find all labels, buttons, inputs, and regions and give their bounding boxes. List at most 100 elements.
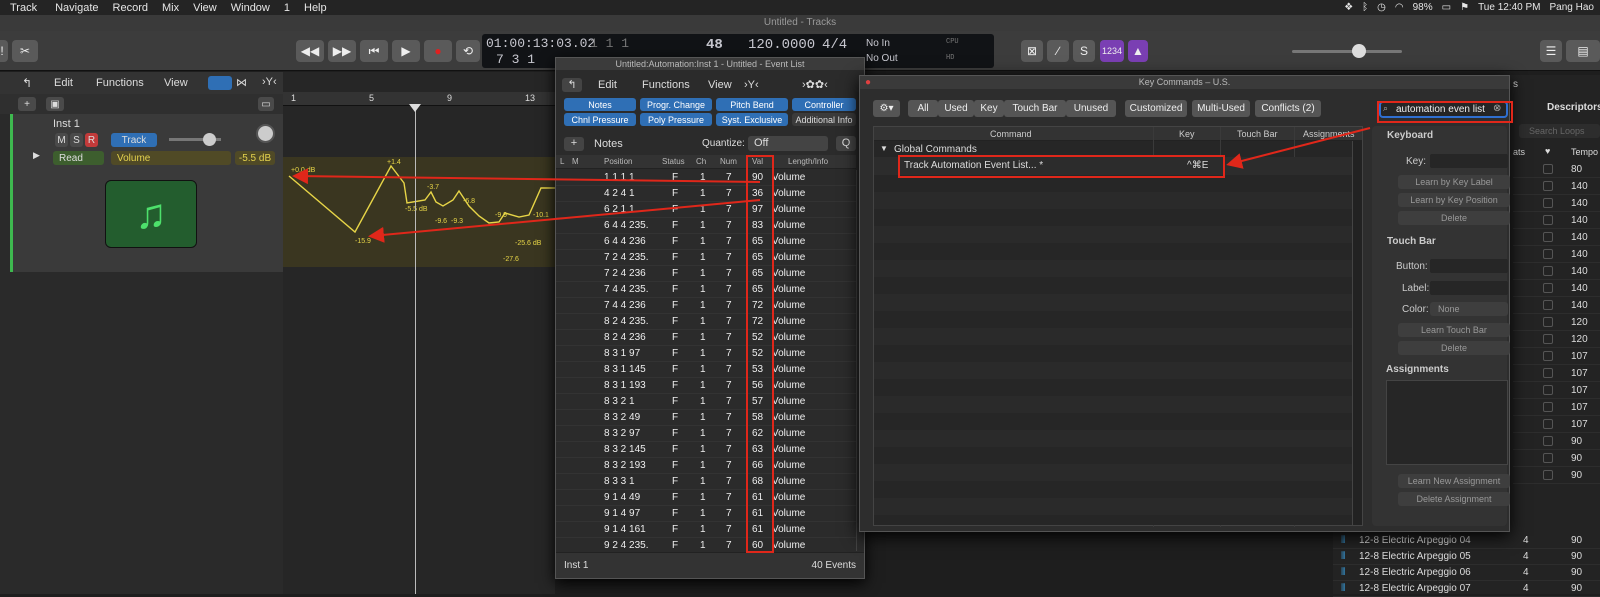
filter-touch-bar[interactable]: Touch Bar xyxy=(1004,100,1066,117)
menu-view[interactable]: View xyxy=(193,2,217,14)
filter-multi-used[interactable]: Multi-Used xyxy=(1192,100,1250,117)
master-volume-slider[interactable] xyxy=(1292,50,1402,53)
forward-button[interactable]: ▶▶ xyxy=(328,40,356,62)
back-icon[interactable]: ↰ xyxy=(22,76,32,90)
favorite-checkbox[interactable] xyxy=(1543,419,1553,429)
learn-touch-bar-button[interactable]: Learn Touch Bar xyxy=(1398,323,1510,337)
tab-controller[interactable]: Controller xyxy=(792,98,856,111)
event-row[interactable]: 7 4 4 236 F 1 7 72 Volume xyxy=(556,298,856,314)
commands-scrollbar[interactable] xyxy=(1352,141,1362,525)
loop-row[interactable]: 140 xyxy=(1513,263,1600,280)
filter-unused[interactable]: Unused xyxy=(1066,100,1116,117)
event-row[interactable]: 9 1 4 97 F 1 7 61 Volume xyxy=(556,506,856,522)
delete-key-button[interactable]: Delete xyxy=(1398,211,1510,225)
loop-row[interactable]: 107 xyxy=(1513,382,1600,399)
cycle-button[interactable]: ⟲ xyxy=(456,40,480,62)
group-global-commands[interactable]: Global Commands xyxy=(894,144,977,155)
event-row[interactable]: 8 3 2 1 F 1 7 57 Volume xyxy=(556,394,856,410)
delete-touch-bar-button[interactable]: Delete xyxy=(1398,341,1510,355)
event-row[interactable]: 9 1 4 161 F 1 7 61 Volume xyxy=(556,522,856,538)
tool-icon[interactable]: ! xyxy=(0,40,8,62)
gear-icon[interactable]: ⚙▾ xyxy=(873,100,900,117)
favorite-checkbox[interactable] xyxy=(1543,334,1553,344)
functions-menu[interactable]: Functions xyxy=(96,77,144,89)
catch-icon[interactable]: ›Y‹ xyxy=(262,76,277,88)
col-key[interactable]: Key xyxy=(1179,129,1195,139)
filter-key[interactable]: Key xyxy=(974,100,1004,117)
playhead-handle[interactable] xyxy=(409,104,421,112)
color-select[interactable]: None xyxy=(1430,302,1508,316)
automation-toggle[interactable] xyxy=(208,76,232,90)
favorite-checkbox[interactable] xyxy=(1543,300,1553,310)
flex-icon[interactable]: ⋈ xyxy=(236,76,247,89)
col-m[interactable]: M xyxy=(572,157,579,166)
rewind-button[interactable]: ◀◀ xyxy=(296,40,324,62)
view-menu[interactable]: View xyxy=(164,77,188,89)
menu-help[interactable]: Help xyxy=(304,2,327,14)
button-field[interactable] xyxy=(1430,259,1508,273)
flag-icon[interactable]: ⚑ xyxy=(1460,2,1469,13)
loop-row[interactable]: ⦀ 12-8 Electric Arpeggio 05 4 90 xyxy=(1333,548,1600,565)
learn-new-assignment-button[interactable]: Learn New Assignment xyxy=(1398,474,1510,488)
automation-param-select[interactable]: Volume xyxy=(111,151,231,165)
event-row[interactable]: 8 3 1 145 F 1 7 53 Volume xyxy=(556,362,856,378)
col-position[interactable]: Position xyxy=(604,157,632,166)
automation-value[interactable]: -5.5 dB xyxy=(235,151,275,165)
add-track-button[interactable]: + xyxy=(18,97,36,111)
battery-icon[interactable]: ▭ xyxy=(1442,2,1451,13)
favorite-checkbox[interactable] xyxy=(1543,266,1553,276)
filter-all[interactable]: All xyxy=(908,100,938,117)
event-row[interactable]: 7 4 4 235. F 1 7 65 Volume xyxy=(556,282,856,298)
event-row[interactable]: 9 2 4 235. F 1 7 60 Volume xyxy=(556,538,856,551)
loop-row[interactable]: ⦀ 12-8 Electric Arpeggio 06 4 90 xyxy=(1333,564,1600,581)
bluetooth-icon[interactable]: ᛒ xyxy=(1362,2,1368,13)
favorite-checkbox[interactable] xyxy=(1543,215,1553,225)
dropbox-icon[interactable]: ❖ xyxy=(1344,2,1353,13)
loop-row[interactable]: 140 xyxy=(1513,297,1600,314)
event-row[interactable]: 6 4 4 235. F 1 7 83 Volume xyxy=(556,218,856,234)
loop-row[interactable]: ⦀ 12-8 Electric Arpeggio 07 4 90 xyxy=(1333,580,1600,597)
favorite-checkbox[interactable] xyxy=(1543,249,1553,259)
event-row[interactable]: 8 2 4 235. F 1 7 72 Volume xyxy=(556,314,856,330)
col-command[interactable]: Command xyxy=(990,129,1032,139)
loop-row[interactable]: 140 xyxy=(1513,246,1600,263)
favorite-checkbox[interactable] xyxy=(1543,232,1553,242)
add-event-button[interactable]: + xyxy=(564,137,584,151)
solo-button[interactable]: S xyxy=(70,133,83,147)
event-row[interactable]: 9 1 4 49 F 1 7 61 Volume xyxy=(556,490,856,506)
loop-row[interactable]: 107 xyxy=(1513,399,1600,416)
edit-menu[interactable]: Edit xyxy=(54,77,73,89)
master-volume-knob[interactable] xyxy=(1352,44,1366,58)
event-row[interactable]: 7 2 4 236 F 1 7 65 Volume xyxy=(556,266,856,282)
loop-row[interactable]: 140 xyxy=(1513,229,1600,246)
edit-menu[interactable]: Edit xyxy=(598,79,617,91)
replace-icon[interactable]: S xyxy=(1073,40,1095,62)
assignments-list[interactable] xyxy=(1386,380,1508,465)
go-to-start-button[interactable]: ⏮ xyxy=(360,40,388,62)
filter-customized[interactable]: Customized xyxy=(1125,100,1187,117)
label-field[interactable] xyxy=(1430,281,1508,295)
event-row[interactable]: 8 3 2 193 F 1 7 66 Volume xyxy=(556,458,856,474)
tab-pitch-bend[interactable]: Pitch Bend xyxy=(716,98,788,111)
automation-curve[interactable] xyxy=(283,144,555,284)
col-assignments[interactable]: Assignments xyxy=(1303,129,1355,139)
scissors-icon[interactable]: ✂ xyxy=(12,40,38,62)
record-enable-button[interactable]: R xyxy=(85,133,98,147)
favorite-checkbox[interactable] xyxy=(1543,470,1553,480)
menu-user[interactable]: Pang Hao xyxy=(1550,2,1594,13)
favorite-checkbox[interactable] xyxy=(1543,402,1553,412)
record-button[interactable]: ● xyxy=(424,40,452,62)
event-row[interactable]: 4 2 4 1 F 1 7 36 Volume xyxy=(556,186,856,202)
loop-row[interactable]: 120 xyxy=(1513,314,1600,331)
close-icon[interactable]: ● xyxy=(865,77,871,88)
menu-1[interactable]: 1 xyxy=(284,2,290,14)
loop-row[interactable]: 80 xyxy=(1513,161,1600,178)
beats-col[interactable]: ats xyxy=(1513,147,1525,157)
favorite-checkbox[interactable] xyxy=(1543,283,1553,293)
ruler[interactable]: 1 5 9 13 xyxy=(283,92,555,106)
quantize-select[interactable]: Off xyxy=(748,136,828,151)
clock-icon[interactable]: ◷ xyxy=(1377,2,1386,13)
functions-menu[interactable]: Functions xyxy=(642,79,690,91)
event-row[interactable]: 8 3 2 145 F 1 7 63 Volume xyxy=(556,442,856,458)
loop-row[interactable]: 140 xyxy=(1513,195,1600,212)
